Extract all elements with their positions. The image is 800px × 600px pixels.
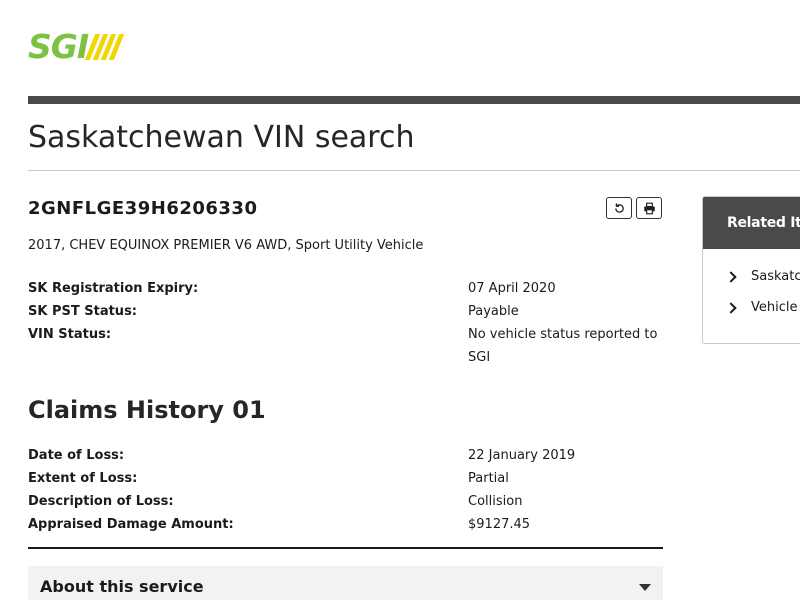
chevron-right-icon [725,301,737,314]
appraised-damage-value: $9127.45 [468,517,531,532]
extent-of-loss-value: Partial [468,471,509,486]
related-item-saskatchewan[interactable]: Saskatc [725,269,800,284]
pst-status-label: SK PST Status: [28,304,138,319]
vehicle-description: 2017, CHEV EQUINOX PREMIER V6 AWD, Sport… [28,238,424,253]
header-bar [28,96,800,104]
appraised-damage-label: Appraised Damage Amount: [28,517,234,532]
registration-expiry-label: SK Registration Expiry: [28,281,199,296]
sgi-logo[interactable]: SGI [28,27,125,66]
vin-status-label: VIN Status: [28,327,112,342]
about-service-label: About this service [40,577,204,596]
refresh-button[interactable] [606,197,632,219]
related-item-label: Vehicle [751,300,798,315]
date-of-loss-value: 22 January 2019 [468,448,576,463]
related-item-label: Saskatc [751,269,800,284]
pst-status-value: Payable [468,304,519,319]
related-items-heading: Related Ite [703,197,800,249]
site-header: SGI [0,0,800,96]
title-divider [28,170,800,171]
print-icon [643,202,655,214]
claims-history-title: Claims History 01 [28,396,266,424]
logo-text: SGI [28,27,89,66]
extent-of-loss-label: Extent of Loss: [28,471,138,486]
page-title: Saskatchewan VIN search [28,120,415,155]
vin-number: 2GNFLGE39H6206330 [28,198,258,219]
print-button[interactable] [636,197,662,219]
refresh-icon [614,202,624,213]
about-service-accordion[interactable]: About this service [28,566,663,600]
date-of-loss-label: Date of Loss: [28,448,125,463]
registration-expiry-value: 07 April 2020 [468,281,556,296]
related-items-panel: Related Ite Saskatc Vehicle [702,196,800,344]
description-of-loss-value: Collision [468,494,523,509]
related-item-vehicle[interactable]: Vehicle [725,300,798,315]
vin-status-value: No vehicle status reported to SGI [468,327,658,365]
description-of-loss-label: Description of Loss: [28,494,174,509]
claims-divider [28,547,663,549]
caret-down-icon [639,584,651,591]
chevron-right-icon [725,270,737,283]
logo-stripes [84,34,125,60]
